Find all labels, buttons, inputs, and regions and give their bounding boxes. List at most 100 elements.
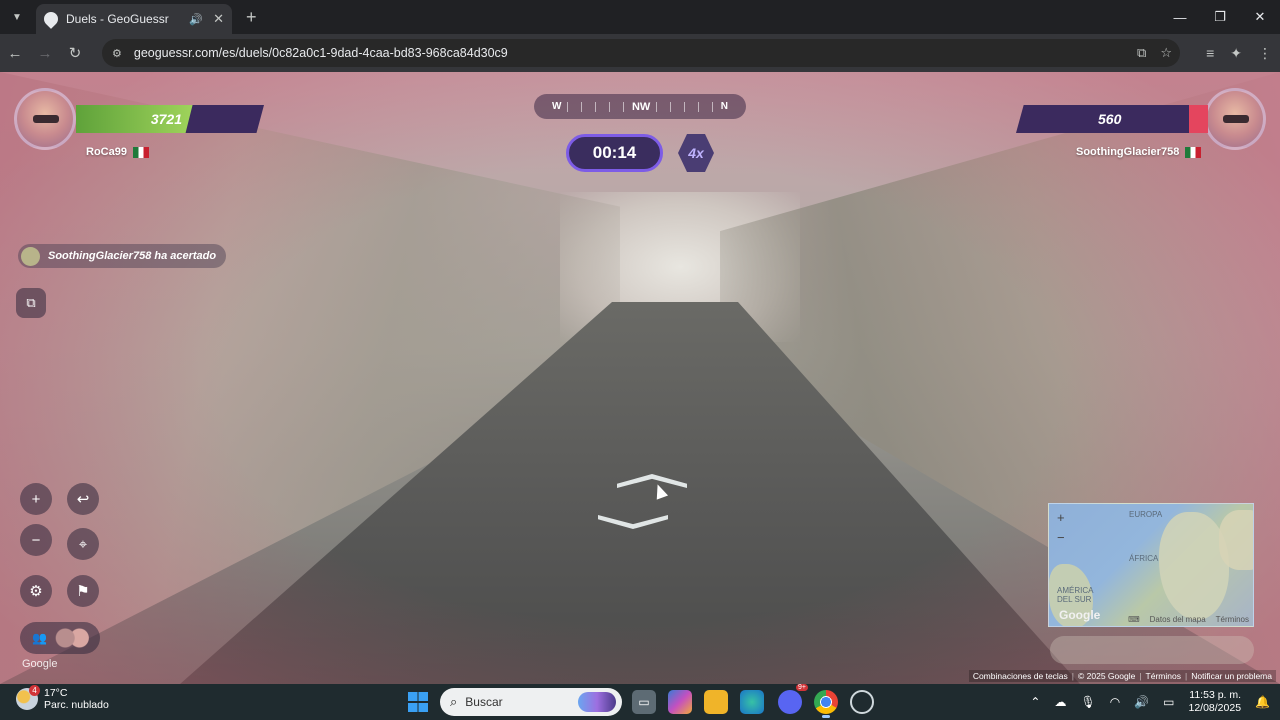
task-view-icon[interactable]: ▭ bbox=[632, 690, 656, 714]
file-explorer-icon[interactable] bbox=[704, 690, 728, 714]
compass-west: W bbox=[552, 101, 562, 112]
extensions-icon[interactable]: ✦ bbox=[1230, 45, 1242, 62]
map-label-south-america: AMÉRICA DEL SUR bbox=[1057, 586, 1094, 604]
terms-link[interactable]: Términos bbox=[1139, 671, 1181, 681]
site-info-icon[interactable]: ⚙ bbox=[112, 47, 122, 60]
mexico-flag-icon bbox=[1185, 146, 1202, 158]
minimap-footer: ⌨ Datos del mapa Términos bbox=[1128, 615, 1249, 624]
report-problem-link[interactable]: Notificar un problema bbox=[1185, 671, 1272, 681]
compass: W NW N bbox=[534, 94, 746, 119]
minimap-map-data[interactable]: Datos del mapa bbox=[1150, 615, 1206, 624]
tray-app-icon[interactable]: ☁ bbox=[1054, 695, 1066, 709]
minimap-zoom-out-button[interactable]: − bbox=[1057, 530, 1065, 545]
tab-title: Duels - GeoGuessr bbox=[66, 12, 169, 26]
player-right-name-row: SoothingGlacier758 bbox=[1076, 146, 1202, 158]
notification-avatar bbox=[21, 246, 40, 266]
tab-close-icon[interactable]: ✕ bbox=[213, 11, 224, 27]
window-controls: — ❐ ✕ bbox=[1160, 0, 1280, 34]
compass-ticks bbox=[567, 101, 626, 112]
windows-taskbar: 4 17°C Parc. nublado ⌕ Buscar ▭ 9+ ⌃ ☁ 🎙… bbox=[0, 684, 1280, 720]
people-icon: 👥 bbox=[32, 631, 47, 645]
player-right-name: SoothingGlacier758 bbox=[1076, 146, 1180, 158]
tray-overflow-chevron-icon[interactable]: ⌃ bbox=[1030, 695, 1040, 709]
tab-search-chevron-icon[interactable]: ▼ bbox=[8, 8, 26, 26]
back-button[interactable]: ← bbox=[0, 45, 30, 62]
minimap-zoom-in-button[interactable]: + bbox=[1057, 510, 1065, 525]
minimap-keyboard-icon[interactable]: ⌨ bbox=[1128, 615, 1140, 624]
search-icon: ⌕ bbox=[450, 694, 458, 709]
location-pin-button[interactable]: ⌖ bbox=[67, 528, 99, 560]
map-label-africa: ÁFRICA bbox=[1129, 554, 1159, 563]
volume-icon[interactable]: 🔊 bbox=[1134, 695, 1149, 709]
compass-ticks bbox=[656, 101, 715, 112]
map-attribution: Combinaciones de teclas © 2025 Google Té… bbox=[968, 670, 1276, 682]
copyright-text: © 2025 Google bbox=[1072, 671, 1135, 681]
spectators-button[interactable]: 👥 bbox=[20, 622, 100, 654]
close-window-button[interactable]: ✕ bbox=[1240, 9, 1280, 25]
minimap-terms[interactable]: Términos bbox=[1216, 615, 1249, 624]
mexico-flag-icon bbox=[132, 146, 149, 158]
keyboard-shortcuts-link[interactable]: Combinaciones de teclas bbox=[973, 671, 1068, 681]
taskbar-search[interactable]: ⌕ Buscar bbox=[440, 688, 622, 716]
minimize-button[interactable]: — bbox=[1160, 10, 1200, 25]
windows-start-icon[interactable] bbox=[408, 692, 428, 712]
round-timer: 00:14 bbox=[566, 134, 663, 172]
compass-north: N bbox=[720, 101, 729, 112]
guess-notification: SoothingGlacier758 ha acertado bbox=[18, 244, 227, 268]
player-left-name-row: RoCa99 bbox=[86, 146, 149, 158]
forward-button[interactable]: → bbox=[30, 45, 60, 62]
toggle-panorama-icon[interactable]: ⧉ bbox=[16, 288, 46, 318]
partly-cloudy-icon: 4 bbox=[16, 685, 40, 710]
tab-strip: ▼ Duels - GeoGuessr 🔊 ✕ + — ❐ ✕ bbox=[0, 0, 1280, 34]
map-label-europe: EUROPA bbox=[1129, 510, 1163, 519]
media-controls-icon[interactable]: ≡ bbox=[1206, 45, 1214, 61]
guess-minimap[interactable]: + − EUROPA ÁFRICA AMÉRICA DEL SUR Google… bbox=[1048, 503, 1254, 627]
report-flag-icon[interactable]: ⚑ bbox=[67, 575, 99, 607]
player-right-health-bar: 560 bbox=[1016, 105, 1208, 133]
weather-temp: 17°C bbox=[44, 687, 68, 699]
install-app-icon[interactable]: ⧉ bbox=[1137, 45, 1146, 61]
minimap-google-logo: Google bbox=[1059, 608, 1101, 622]
discord-badge: 9+ bbox=[796, 684, 808, 691]
discord-icon[interactable]: 9+ bbox=[778, 684, 808, 714]
settings-gear-icon[interactable]: ⚙ bbox=[20, 575, 52, 607]
weather-badge: 4 bbox=[29, 685, 40, 696]
geoguessr-favicon-icon bbox=[41, 9, 61, 29]
notification-text: SoothingGlacier758 ha acertado bbox=[48, 250, 217, 262]
browser-toolbar: ← → ↻ ⚙ geoguessr.com/es/duels/0c82a0c1-… bbox=[0, 34, 1280, 72]
map-land-asia bbox=[1219, 510, 1253, 570]
zoom-in-button[interactable]: + bbox=[20, 483, 52, 515]
search-placeholder: Buscar bbox=[465, 695, 503, 709]
clock-time: 11:53 p. m. bbox=[1189, 689, 1242, 701]
copilot-icon[interactable] bbox=[668, 690, 692, 714]
player-left-health-bar: 3721 bbox=[76, 105, 264, 133]
player-left-name: RoCa99 bbox=[86, 146, 127, 158]
clock[interactable]: 11:53 p. m. 12/08/2025 bbox=[1188, 689, 1241, 715]
reload-button[interactable]: ↻ bbox=[60, 44, 90, 62]
compass-heading: NW bbox=[631, 100, 651, 113]
battery-icon[interactable]: ▭ bbox=[1163, 695, 1174, 709]
address-bar[interactable]: ⚙ geoguessr.com/es/duels/0c82a0c1-9dad-4… bbox=[102, 39, 1180, 67]
weather-text: 17°C Parc. nublado bbox=[44, 687, 109, 711]
tab-geoguessr[interactable]: Duels - GeoGuessr 🔊 ✕ bbox=[36, 4, 232, 34]
wifi-icon[interactable]: ◠ bbox=[1110, 695, 1120, 709]
zoom-out-button[interactable]: − bbox=[20, 524, 52, 556]
player-right-avatar bbox=[1204, 88, 1266, 150]
tab-audio-icon[interactable]: 🔊 bbox=[189, 13, 203, 26]
maximize-button[interactable]: ❐ bbox=[1200, 9, 1240, 25]
player-right-health-fill bbox=[1188, 105, 1208, 133]
chrome-icon[interactable] bbox=[814, 690, 838, 718]
weather-widget[interactable]: 4 17°C Parc. nublado bbox=[16, 685, 109, 711]
browser-menu-icon[interactable]: ⋮ bbox=[1258, 45, 1272, 62]
guess-button[interactable] bbox=[1050, 636, 1254, 664]
edge-icon[interactable] bbox=[740, 690, 764, 714]
obs-icon[interactable] bbox=[850, 690, 874, 714]
notifications-bell-icon[interactable]: 🔔 bbox=[1255, 695, 1270, 709]
return-to-start-button[interactable]: ↩ bbox=[67, 483, 99, 515]
microphone-icon[interactable]: 🎙 bbox=[1080, 695, 1095, 709]
new-tab-button[interactable]: + bbox=[246, 7, 257, 28]
player-faces bbox=[54, 628, 89, 648]
bookmark-star-icon[interactable]: ☆ bbox=[1160, 45, 1172, 61]
google-watermark: Google bbox=[22, 658, 58, 670]
weather-desc: Parc. nublado bbox=[44, 699, 109, 711]
